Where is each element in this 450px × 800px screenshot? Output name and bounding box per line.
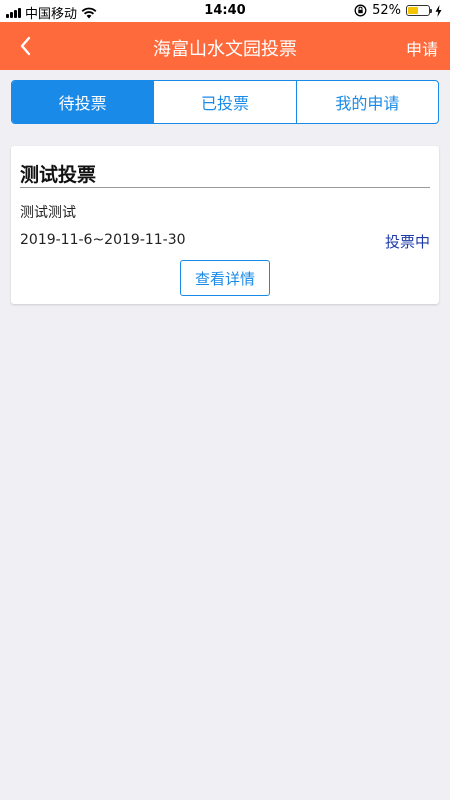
battery-percent: 52%	[372, 3, 401, 18]
vote-card: 测试投票 测试测试 2019-11-6~2019-11-30 投票中 查看详情	[11, 146, 439, 304]
battery-fill	[408, 7, 418, 14]
vote-description: 测试测试	[20, 205, 76, 221]
vote-title: 测试投票	[20, 164, 97, 186]
vote-status-badge: 投票中	[384, 233, 430, 251]
card-divider	[20, 187, 430, 188]
tab-bar: 待投票 已投票 我的申请	[11, 80, 439, 124]
apply-button[interactable]: 申请	[406, 36, 438, 60]
vote-date-range: 2019-11-6~2019-11-30	[20, 232, 186, 248]
status-bar: 中国移动 14:40 52%	[0, 0, 450, 22]
charging-bolt-icon	[435, 4, 442, 17]
status-right: 52%	[354, 3, 442, 18]
tab-my-applications[interactable]: 我的申请	[295, 81, 438, 123]
nav-bar: 海富山水文园投票 申请	[0, 22, 450, 70]
tab-pending-vote[interactable]: 待投票	[12, 81, 154, 123]
tab-voted[interactable]: 已投票	[153, 81, 295, 123]
battery-icon	[406, 5, 432, 16]
page-title: 海富山水文园投票	[153, 39, 297, 60]
view-details-button[interactable]: 查看详情	[180, 260, 270, 296]
rotation-lock-icon	[354, 4, 367, 17]
battery-cap	[430, 9, 432, 13]
